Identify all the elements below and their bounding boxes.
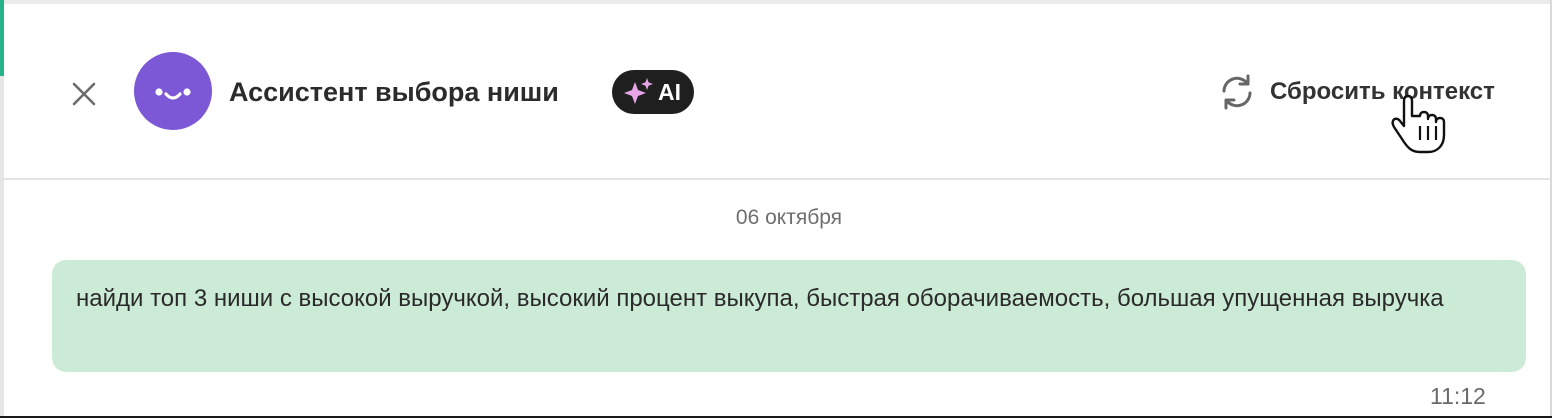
reset-context-label: Сбросить контекст — [1270, 78, 1495, 105]
close-icon — [72, 82, 96, 106]
message-timestamp: 11:12 — [1430, 383, 1486, 409]
close-button[interactable] — [64, 74, 104, 114]
user-message-bubble: найди топ 3 ниши с высокой выручкой, выс… — [52, 260, 1526, 372]
ai-badge-label: AI — [658, 78, 681, 105]
date-separator: 06 октября — [735, 206, 843, 229]
refresh-icon — [1222, 74, 1252, 110]
sparkles-icon — [624, 78, 653, 104]
ai-badge: AI — [612, 70, 694, 114]
assistant-chat-window: Ассистент выбора ниши AI Сбросить контек… — [0, 0, 1552, 418]
message-text: найди топ 3 ниши с высокой выручкой, выс… — [76, 285, 1444, 312]
assistant-avatar — [134, 52, 212, 130]
smiley-face-icon — [155, 88, 191, 100]
chat-header: Ассистент выбора ниши AI Сбросить контек… — [4, 4, 1550, 180]
hand-pointer-cursor-icon — [1390, 92, 1452, 156]
page-title: Ассистент выбора ниши — [229, 77, 559, 107]
reset-context-button[interactable]: Сбросить контекст — [1218, 68, 1495, 116]
